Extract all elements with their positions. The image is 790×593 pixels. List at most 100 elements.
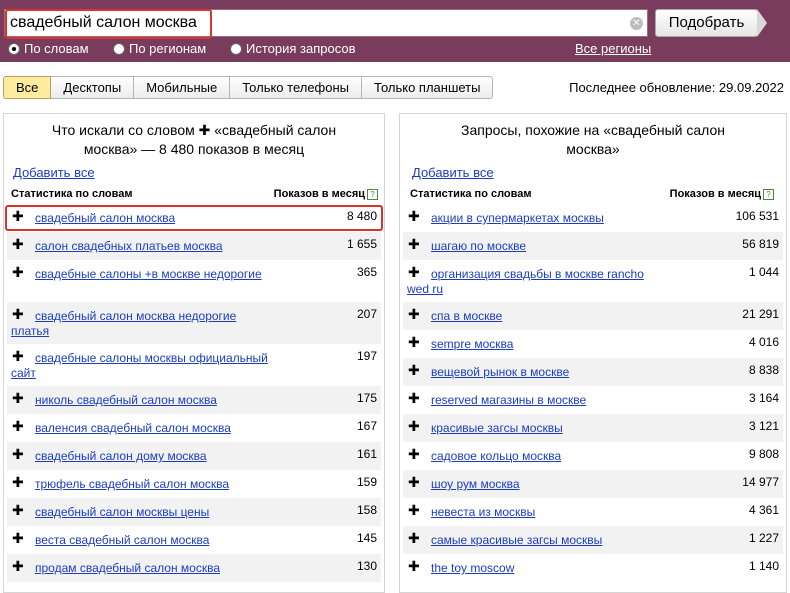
column-header-count-label: Показов в месяц bbox=[669, 188, 761, 200]
radio-by-words-label: По словам bbox=[24, 41, 89, 56]
table-row: ✚ садовое кольцо москва 9 808 bbox=[403, 442, 783, 470]
left-panel-title: Что искали со словом ✚ «свадебный салон … bbox=[4, 121, 384, 159]
column-header-phrase: Статистика по словам bbox=[11, 188, 133, 200]
impressions-count: 14 977 bbox=[742, 475, 779, 489]
phrase-link[interactable]: свадебные салоны +в москве недорогие bbox=[11, 267, 271, 282]
phrase-link[interactable]: организация свадьбы в москве rancho wed … bbox=[407, 267, 667, 297]
left-panel-title-line1: Что искали со словом ✚ «свадебный салон bbox=[51, 122, 337, 138]
phrase-link[interactable]: трюфель свадебный салон москва bbox=[11, 477, 271, 492]
phrase-link[interactable]: валенсия свадебный салон москва bbox=[11, 421, 271, 436]
impressions-count: 4 361 bbox=[748, 503, 779, 517]
impressions-count: 21 291 bbox=[742, 307, 779, 321]
impressions-count: 159 bbox=[356, 475, 377, 489]
radio-unselected-icon bbox=[230, 43, 242, 55]
impressions-count: 1 655 bbox=[346, 237, 377, 251]
tab-desktops[interactable]: Десктопы bbox=[51, 76, 135, 99]
left-rows: ✚ свадебный салон москва 8 480 ✚ салон сваде… bbox=[5, 204, 383, 582]
phrase-link[interactable]: шагаю по москве bbox=[407, 239, 667, 254]
table-row: ✚ шагаю по москве 56 819 bbox=[403, 232, 783, 260]
help-icon[interactable]: ? bbox=[763, 189, 774, 200]
last-updated-text: Последнее обновление: 29.09.2022 bbox=[569, 80, 784, 95]
impressions-count: 9 808 bbox=[748, 447, 779, 461]
all-regions-link[interactable]: Все регионы bbox=[575, 41, 651, 56]
radio-selected-icon bbox=[8, 43, 20, 55]
add-all-link[interactable]: Добавить все bbox=[13, 165, 95, 180]
phrase-link[interactable]: reserved магазины в москве bbox=[407, 393, 667, 408]
table-row: ✚ салон свадебных платьев москва 1 655 bbox=[7, 232, 381, 260]
tab-mobile[interactable]: Мобильные bbox=[134, 76, 231, 99]
search-input[interactable]: свадебный салон москва ✕ bbox=[4, 9, 648, 39]
table-row: ✚ продам свадебный салон москва 130 bbox=[7, 554, 381, 582]
phrase-link[interactable]: свадебные салоны москвы официальный сайт bbox=[11, 351, 271, 381]
phrase-link[interactable]: спа в москве bbox=[407, 309, 667, 324]
column-header-count: Показов в месяц? bbox=[670, 188, 774, 200]
phrase-link[interactable]: свадебный салон москвы цены bbox=[11, 505, 271, 520]
radio-by-words[interactable]: По словам bbox=[8, 41, 89, 56]
column-header-phrase: Статистика по словам bbox=[410, 188, 532, 200]
table-row: ✚ свадебные салоны москвы официальный сай… bbox=[7, 344, 381, 386]
impressions-count: 1 044 bbox=[748, 265, 779, 279]
phrase-link[interactable]: шоу рум москва bbox=[407, 477, 667, 492]
phrase-link[interactable]: sempre москва bbox=[407, 337, 667, 352]
table-row: ✚ трюфель свадебный салон москва 159 bbox=[7, 470, 381, 498]
table-row: ✚ the toy moscow 1 140 bbox=[403, 554, 783, 582]
phrase-link[interactable]: николь свадебный салон москва bbox=[11, 393, 271, 408]
phrase-link[interactable]: акции в супермаркетах москвы bbox=[407, 211, 667, 226]
column-header-count-label: Показов в месяц bbox=[273, 188, 365, 200]
table-row: ✚ вещевой рынок в москве 8 838 bbox=[403, 358, 783, 386]
impressions-count: 8 838 bbox=[748, 363, 779, 377]
radio-by-regions[interactable]: По регионам bbox=[113, 41, 206, 56]
phrase-link[interactable]: веста свадебный салон москва bbox=[11, 533, 271, 548]
right-panel: Запросы, похожие на «свадебный салон мос… bbox=[399, 113, 787, 593]
table-row: ✚ свадебные салоны +в москве недорогие 365 bbox=[7, 260, 381, 302]
phrase-link[interactable]: садовое кольцо москва bbox=[407, 449, 667, 464]
phrase-link[interactable]: вещевой рынок в москве bbox=[407, 365, 667, 380]
impressions-count: 158 bbox=[356, 503, 377, 517]
impressions-count: 4 016 bbox=[748, 335, 779, 349]
phrase-link[interactable]: свадебный салон москва недорогие платья bbox=[11, 309, 271, 339]
table-row: ✚ спа в москве 21 291 bbox=[403, 302, 783, 330]
search-highlight-box bbox=[5, 9, 212, 39]
device-tabs: Все Десктопы Мобильные Только телефоны Т… bbox=[3, 76, 494, 99]
table-row: ✚ николь свадебный салон москва 175 bbox=[7, 386, 381, 414]
left-panel-title-line2: москва» — 8 480 показов в месяц bbox=[83, 141, 305, 157]
right-panel-title-line2: москва» bbox=[566, 141, 620, 157]
table-row: ✚ шоу рум москва 14 977 bbox=[403, 470, 783, 498]
table-row: ✚ самые красивые загсы москвы 1 227 bbox=[403, 526, 783, 554]
radio-history[interactable]: История запросов bbox=[230, 41, 356, 56]
pick-button[interactable]: Подобрать bbox=[655, 9, 758, 37]
phrase-link[interactable]: невеста из москвы bbox=[407, 505, 667, 520]
pick-button-arrow bbox=[757, 9, 767, 37]
table-row: ✚ красивые загсы москвы 3 121 bbox=[403, 414, 783, 442]
phrase-link[interactable]: the toy moscow bbox=[407, 561, 667, 576]
radio-unselected-icon bbox=[113, 43, 125, 55]
phrase-link[interactable]: красивые загсы москвы bbox=[407, 421, 667, 436]
phrase-link[interactable]: салон свадебных платьев москва bbox=[11, 239, 271, 254]
impressions-count: 175 bbox=[356, 391, 377, 405]
tab-tablets-only[interactable]: Только планшеты bbox=[362, 76, 494, 99]
table-row: ✚ организация свадьбы в москве rancho wed… bbox=[403, 260, 783, 302]
impressions-count: 3 121 bbox=[748, 419, 779, 433]
help-icon[interactable]: ? bbox=[367, 189, 378, 200]
impressions-count: 365 bbox=[356, 265, 377, 279]
clear-icon[interactable]: ✕ bbox=[630, 17, 643, 30]
table-row: ✚ свадебный салон москва 8 480 bbox=[5, 204, 383, 232]
impressions-count: 106 531 bbox=[735, 209, 779, 223]
tab-all[interactable]: Все bbox=[3, 76, 52, 99]
radio-by-regions-label: По регионам bbox=[129, 41, 207, 56]
radio-history-label: История запросов bbox=[246, 41, 356, 56]
table-row: ✚ свадебный салон дому москва 161 bbox=[7, 442, 381, 470]
impressions-count: 207 bbox=[356, 307, 377, 321]
add-all-link[interactable]: Добавить все bbox=[412, 165, 494, 180]
right-panel-title: Запросы, похожие на «свадебный салон мос… bbox=[400, 121, 786, 159]
search-bar: свадебный салон москва ✕ Подобрать По сл… bbox=[0, 0, 790, 62]
tab-phones-only[interactable]: Только телефоны bbox=[230, 76, 363, 99]
impressions-count: 161 bbox=[356, 447, 377, 461]
phrase-link[interactable]: продам свадебный салон москва bbox=[11, 561, 271, 576]
table-row: ✚ акции в супермаркетах москвы 106 531 bbox=[403, 204, 783, 232]
phrase-link[interactable]: свадебный салон дому москва bbox=[11, 449, 271, 464]
column-header-count: Показов в месяц? bbox=[274, 188, 378, 200]
impressions-count: 3 164 bbox=[748, 391, 779, 405]
phrase-link[interactable]: самые красивые загсы москвы bbox=[407, 533, 667, 548]
impressions-count: 130 bbox=[356, 559, 377, 573]
